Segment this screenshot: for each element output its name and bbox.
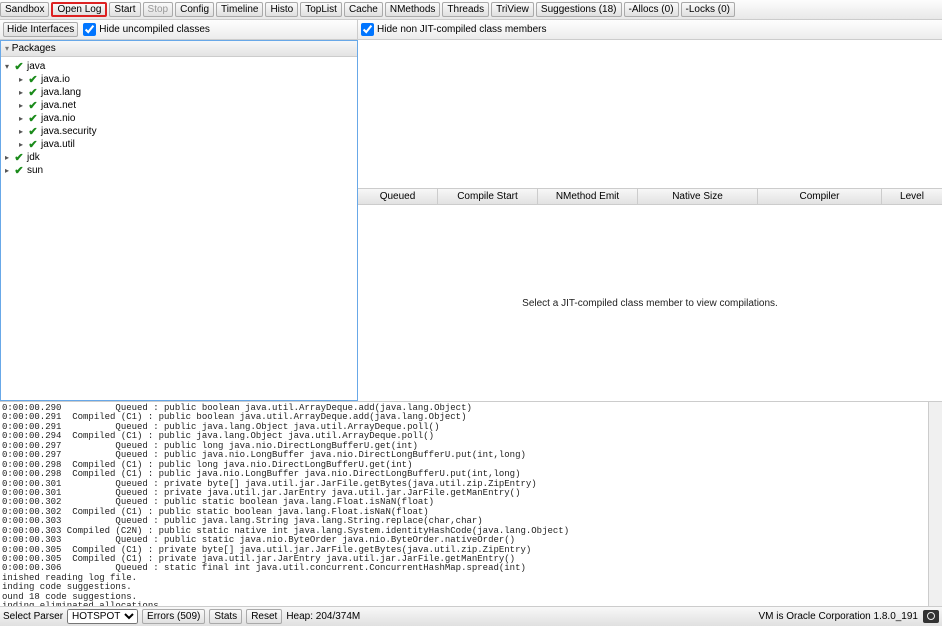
tree-node-java-util[interactable]: ▸✔java.util — [3, 138, 355, 151]
allocs-button[interactable]: -Allocs (0) — [624, 2, 679, 17]
tree-node-java[interactable]: ▾✔java — [3, 60, 355, 73]
col-native-size[interactable]: Native Size — [638, 189, 758, 204]
locks-button[interactable]: -Locks (0) — [681, 2, 735, 17]
tree-label: java.nio — [41, 113, 75, 124]
col-level[interactable]: Level — [882, 189, 942, 204]
col-compile-start[interactable]: Compile Start — [438, 189, 538, 204]
tree-header[interactable]: ▾ Packages — [1, 41, 357, 57]
hint-text: Select a JIT-compiled class member to vi… — [522, 298, 778, 309]
tree-node-java-io[interactable]: ▸✔java.io — [3, 73, 355, 86]
log-scrollbar[interactable] — [928, 402, 942, 606]
hide-interfaces-button[interactable]: Hide Interfaces — [3, 22, 78, 37]
disclosure-arrow-icon[interactable]: ▸ — [17, 88, 25, 97]
triview-button[interactable]: TriView — [491, 2, 534, 17]
stats-button[interactable]: Stats — [209, 609, 242, 624]
tree-node-java-net[interactable]: ▸✔java.net — [3, 99, 355, 112]
members-list[interactable] — [358, 40, 942, 188]
suggestions-button[interactable]: Suggestions (18) — [536, 2, 622, 17]
vm-label: VM is Oracle Corporation 1.8.0_191 — [758, 611, 918, 622]
toolbar: Sandbox Open Log Start Stop Config Timel… — [0, 0, 942, 20]
tree-label: java — [27, 61, 45, 72]
check-icon: ✔ — [27, 99, 39, 112]
camera-icon[interactable] — [923, 610, 939, 623]
disclosure-arrow-icon[interactable]: ▸ — [3, 153, 11, 162]
hide-non-jit-label: Hide non JIT-compiled class members — [377, 24, 547, 35]
toplist-button[interactable]: TopList — [300, 2, 342, 17]
status-bar: Select Parser HOTSPOT Errors (509) Stats… — [0, 606, 942, 626]
details-pane: Queued Compile Start NMethod Emit Native… — [358, 40, 942, 401]
disclosure-arrow-icon[interactable]: ▾ — [3, 62, 11, 71]
threads-button[interactable]: Threads — [442, 2, 489, 17]
stop-button: Stop — [143, 2, 174, 17]
check-icon: ✔ — [27, 73, 39, 86]
reset-button[interactable]: Reset — [246, 609, 282, 624]
disclosure-arrow-icon[interactable]: ▸ — [17, 114, 25, 123]
parser-select[interactable]: HOTSPOT — [67, 609, 138, 624]
select-parser-label: Select Parser — [3, 611, 63, 622]
disclosure-arrow-icon[interactable]: ▸ — [17, 75, 25, 84]
hide-non-jit-checkbox[interactable]: Hide non JIT-compiled class members — [361, 23, 547, 36]
start-button[interactable]: Start — [109, 2, 140, 17]
check-icon: ✔ — [27, 112, 39, 125]
filter-bar: Hide Interfaces Hide uncompiled classes … — [0, 20, 942, 40]
tree-node-java-nio[interactable]: ▸✔java.nio — [3, 112, 355, 125]
check-icon: ✔ — [13, 60, 25, 73]
disclosure-arrow-icon[interactable]: ▸ — [17, 127, 25, 136]
check-icon: ✔ — [27, 138, 39, 151]
config-button[interactable]: Config — [175, 2, 214, 17]
cache-button[interactable]: Cache — [344, 2, 383, 17]
hide-uncompiled-input[interactable] — [83, 23, 96, 36]
tree-body[interactable]: ▾✔java▸✔java.io▸✔java.lang▸✔java.net▸✔ja… — [1, 57, 357, 400]
compilation-columns: Queued Compile Start NMethod Emit Native… — [358, 188, 942, 205]
disclosure-arrow-icon[interactable]: ▸ — [17, 140, 25, 149]
tree-node-java-security[interactable]: ▸✔java.security — [3, 125, 355, 138]
check-icon: ✔ — [27, 86, 39, 99]
errors-button[interactable]: Errors (509) — [142, 609, 205, 624]
nmethods-button[interactable]: NMethods — [385, 2, 441, 17]
col-queued[interactable]: Queued — [358, 189, 438, 204]
timeline-button[interactable]: Timeline — [216, 2, 263, 17]
check-icon: ✔ — [27, 125, 39, 138]
bottom-pane: 0:00:00.290 Queued : public boolean java… — [0, 401, 942, 626]
tree-node-sun[interactable]: ▸✔sun — [3, 164, 355, 177]
tree-label: java.io — [41, 74, 70, 85]
histo-button[interactable]: Histo — [265, 2, 298, 17]
col-nmethod-emit[interactable]: NMethod Emit — [538, 189, 638, 204]
tree-label: java.net — [41, 100, 76, 111]
check-icon: ✔ — [13, 151, 25, 164]
packages-pane: ▾ Packages ▾✔java▸✔java.io▸✔java.lang▸✔j… — [0, 40, 358, 401]
tree-label: java.util — [41, 139, 75, 150]
open-log-button[interactable]: Open Log — [51, 2, 107, 17]
tree-label: java.lang — [41, 87, 81, 98]
hide-uncompiled-checkbox[interactable]: Hide uncompiled classes — [83, 23, 210, 36]
disclosure-arrow-icon[interactable]: ▸ — [3, 166, 11, 175]
main-area: ▾ Packages ▾✔java▸✔java.io▸✔java.lang▸✔j… — [0, 40, 942, 401]
heap-label: Heap: 204/374M — [286, 611, 360, 622]
sandbox-button[interactable]: Sandbox — [0, 2, 49, 17]
tree-node-java-lang[interactable]: ▸✔java.lang — [3, 86, 355, 99]
tree-label: sun — [27, 165, 43, 176]
col-compiler[interactable]: Compiler — [758, 189, 882, 204]
disclosure-arrow-icon[interactable]: ▸ — [17, 101, 25, 110]
tree-node-jdk[interactable]: ▸✔jdk — [3, 151, 355, 164]
log-text: 0:00:00.290 Queued : public boolean java… — [2, 404, 926, 606]
tree-label: jdk — [27, 152, 40, 163]
log-output[interactable]: 0:00:00.290 Queued : public boolean java… — [0, 402, 928, 606]
hide-uncompiled-label: Hide uncompiled classes — [99, 24, 210, 35]
check-icon: ✔ — [13, 164, 25, 177]
compilations-table: Select a JIT-compiled class member to vi… — [358, 205, 942, 401]
tree-label: java.security — [41, 126, 97, 137]
hide-non-jit-input[interactable] — [361, 23, 374, 36]
